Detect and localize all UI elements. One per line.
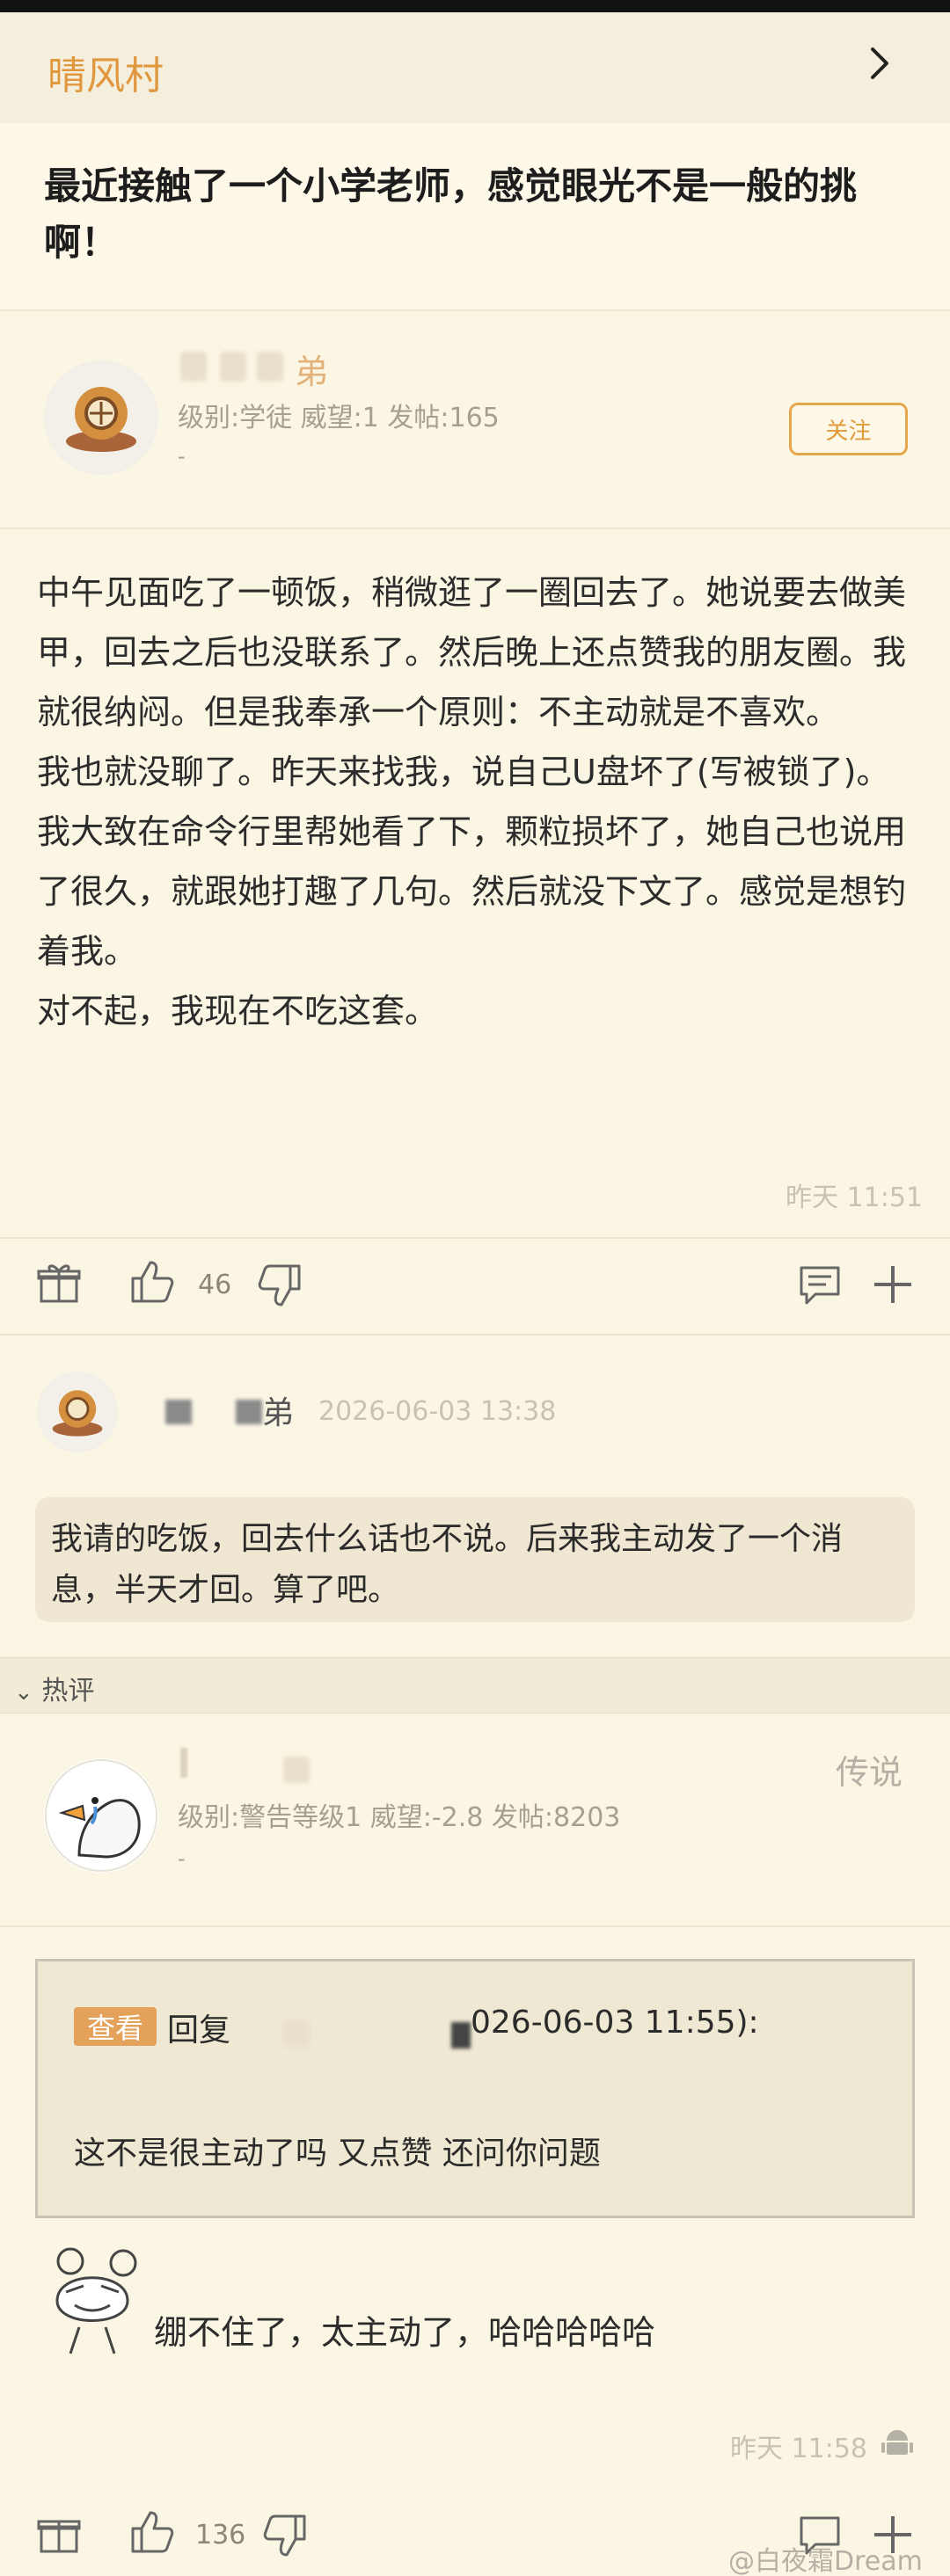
diving-helmet-icon	[47, 363, 156, 472]
goose-icon	[45, 1759, 157, 1872]
comment-icon[interactable]	[796, 1261, 844, 1308]
reply-time: 2026-06-03 13:38	[318, 1396, 557, 1427]
author-avatar[interactable]	[44, 360, 158, 475]
author-meta: 级别:学徒 威望:1 发帖:165	[178, 403, 500, 433]
reply-name-blur	[165, 1400, 192, 1424]
quote-prefix: 回复	[167, 2012, 231, 2048]
reply-avatar[interactable]	[37, 1372, 118, 1452]
anime-girl-sticker-icon	[55, 2247, 137, 2354]
rank-label: 传说	[836, 1753, 903, 1792]
divider	[0, 1237, 950, 1239]
reply-name-blur	[236, 1400, 262, 1424]
status-bar	[0, 0, 950, 12]
commenter-dash: -	[178, 1846, 186, 1871]
thumbs-up-icon[interactable]	[128, 2507, 175, 2555]
like-count: 136	[195, 2520, 246, 2551]
comment-time: 昨天 11:58	[730, 2434, 867, 2464]
like-count: 46	[198, 1270, 232, 1300]
divider	[0, 1334, 950, 1335]
post-title: 最近接触了一个小学老师，感觉眼光不是一般的挑啊！	[44, 164, 858, 264]
watermark: @白夜霜Dream	[728, 2546, 923, 2576]
view-quote-button[interactable]: 查看	[74, 2007, 157, 2046]
commenter-name-blur	[283, 1757, 310, 1783]
forum-name[interactable]: 晴风村	[48, 44, 164, 100]
follow-button[interactable]: 关注	[789, 403, 908, 455]
post-time: 昨天 11:51	[786, 1182, 923, 1213]
quote-date: 026-06-03 11:55):	[471, 2005, 759, 2041]
thumbs-down-icon[interactable]	[257, 1263, 304, 1310]
gift-icon[interactable]	[35, 2509, 83, 2557]
commenter-name-blur	[180, 1748, 187, 1778]
gift-icon[interactable]	[35, 1259, 83, 1306]
chevron-down-icon: ⌄	[14, 1679, 33, 1706]
hot-comments-bar[interactable]	[0, 1657, 950, 1714]
reply-text: 我请的吃饭，回去什么话也不说。后来我主动发了一个消息，半天才回。算了吧。	[51, 1521, 844, 1608]
hot-label-text: 热评	[41, 1676, 95, 1706]
quote-text: 这不是很主动了吗 又点赞 还问你问题	[74, 2136, 601, 2172]
author-name[interactable]: 弟	[295, 345, 328, 393]
quote-box	[35, 1959, 915, 2218]
chevron-right-icon[interactable]	[862, 46, 897, 81]
thumbs-down-icon[interactable]	[262, 2513, 310, 2560]
hot-label[interactable]: ⌄ 热评	[14, 1669, 94, 1707]
author-dash: -	[178, 444, 186, 469]
android-icon	[881, 2430, 913, 2455]
author-name-blur	[257, 352, 283, 382]
author-name-blur	[220, 352, 246, 382]
divider	[0, 309, 950, 311]
author-name-blur	[180, 352, 207, 382]
comment-text: 绷不住了，太主动了，哈哈哈哈哈	[154, 2313, 656, 2352]
reply-name[interactable]: 弟	[262, 1387, 294, 1433]
thumbs-up-icon[interactable]	[128, 1257, 175, 1305]
commenter-avatar[interactable]	[44, 1758, 158, 1873]
commenter-meta: 级别:警告等级1 威望:-2.8 发帖:8203	[178, 1802, 621, 1833]
plus-icon[interactable]	[869, 1261, 917, 1308]
post-body: 中午见面吃了一顿饭，稍微逛了一圈回去了。她说要去做美甲，回去之后也没联系了。然后…	[37, 573, 907, 1030]
diving-helmet-icon	[39, 1373, 116, 1451]
quote-name-blur	[451, 2022, 471, 2048]
divider	[0, 528, 950, 529]
divider	[0, 1925, 950, 1927]
quote-name-blur	[283, 2020, 310, 2047]
